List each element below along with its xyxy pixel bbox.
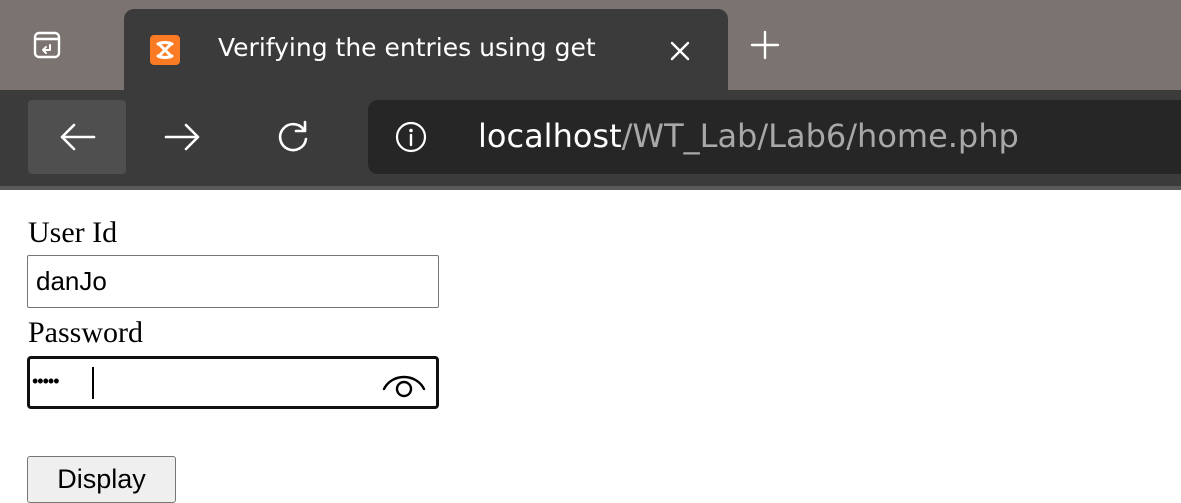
browser-toolbar: localhost/WT_Lab/Lab6/home.php [0, 90, 1181, 186]
toolbar-divider [0, 186, 1181, 190]
info-icon[interactable] [394, 120, 428, 154]
forward-button[interactable] [134, 100, 232, 174]
reload-icon [278, 120, 308, 152]
password-masked-value: ••••• [32, 371, 59, 391]
text-caret [92, 367, 94, 399]
reload-button[interactable] [244, 100, 342, 174]
active-tab[interactable]: Verifying the entries using get [124, 9, 728, 90]
arrow-right-icon [164, 123, 200, 151]
back-button[interactable] [28, 100, 126, 174]
new-tab-button[interactable] [748, 28, 782, 62]
address-bar[interactable]: localhost/WT_Lab/Lab6/home.php [368, 100, 1181, 174]
display-button[interactable]: Display [27, 456, 176, 503]
password-input[interactable]: ••••• [27, 356, 439, 409]
tab-strip: Verifying the entries using get [0, 0, 1181, 90]
url-path: /WT_Lab/Lab6/home.php [621, 117, 1019, 155]
password-label: Password [28, 316, 144, 349]
user-id-label: User Id [28, 216, 118, 249]
tab-actions-icon[interactable] [30, 28, 64, 62]
xampp-icon [150, 35, 180, 65]
close-icon[interactable] [660, 31, 700, 71]
url-host: localhost [478, 117, 622, 155]
user-id-input[interactable]: danJo [27, 255, 439, 308]
eye-icon[interactable] [380, 367, 428, 401]
arrow-left-icon [60, 123, 96, 151]
plus-icon [750, 30, 780, 60]
tab-title: Verifying the entries using get [218, 33, 596, 62]
user-id-value: danJo [36, 266, 107, 296]
url-text: localhost/WT_Lab/Lab6/home.php [478, 116, 1019, 156]
